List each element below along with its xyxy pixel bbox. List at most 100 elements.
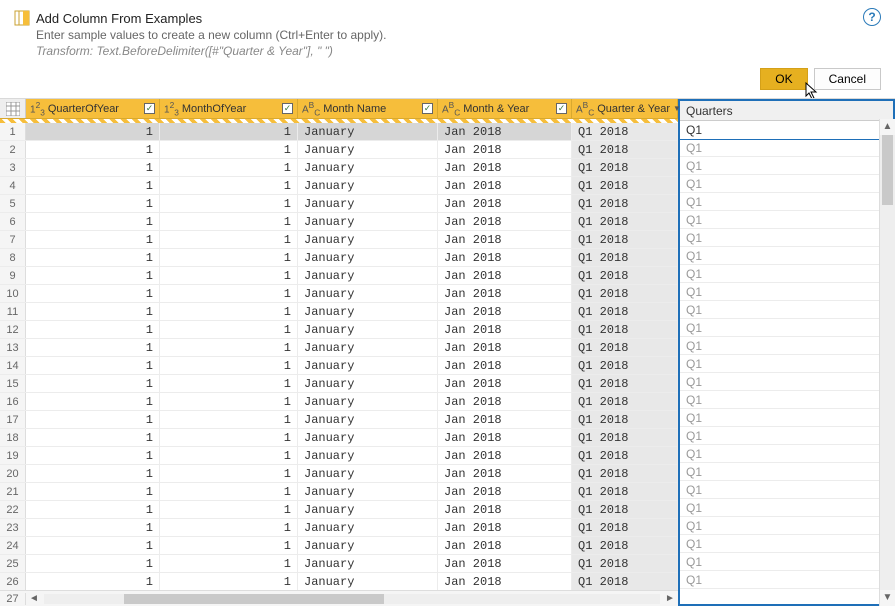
cell-monthofyear[interactable]: 1 [160, 375, 298, 392]
cell-monthyear[interactable]: Jan 2018 [438, 411, 572, 428]
cell-quarterofyear[interactable]: 1 [26, 267, 160, 284]
cell-monthname[interactable]: January [298, 321, 438, 338]
scroll-up-icon[interactable]: ▲ [880, 119, 895, 135]
new-column-suggestion[interactable]: Q1 [680, 409, 893, 427]
new-column-suggestion[interactable]: Q1 [680, 391, 893, 409]
new-column-suggestion[interactable]: Q1 [680, 355, 893, 373]
cell-monthofyear[interactable]: 1 [160, 483, 298, 500]
column-checkbox[interactable]: ✓ [422, 103, 433, 114]
cell-monthyear[interactable]: Jan 2018 [438, 555, 572, 572]
cell-monthyear[interactable]: Jan 2018 [438, 339, 572, 356]
cell-monthyear[interactable]: Jan 2018 [438, 195, 572, 212]
cell-monthofyear[interactable]: 1 [160, 303, 298, 320]
new-column-header[interactable]: Quarters [680, 101, 893, 121]
cell-monthyear[interactable]: Jan 2018 [438, 249, 572, 266]
cell-monthofyear[interactable]: 1 [160, 231, 298, 248]
new-column-suggestion[interactable]: Q1 [680, 301, 893, 319]
cell-monthofyear[interactable]: 1 [160, 393, 298, 410]
cell-monthyear[interactable]: Jan 2018 [438, 285, 572, 302]
cell-quarteryear[interactable]: Q1 2018 [572, 339, 678, 356]
cell-monthyear[interactable]: Jan 2018 [438, 519, 572, 536]
new-column-suggestion[interactable]: Q1 [680, 247, 893, 265]
new-column-input[interactable]: Q1 [680, 121, 893, 140]
cell-monthname[interactable]: January [298, 573, 438, 590]
cell-quarteryear[interactable]: Q1 2018 [572, 555, 678, 572]
cell-quarteryear[interactable]: Q1 2018 [572, 375, 678, 392]
cell-monthname[interactable]: January [298, 429, 438, 446]
cell-quarteryear[interactable]: Q1 2018 [572, 249, 678, 266]
cell-quarterofyear[interactable]: 1 [26, 375, 160, 392]
new-column-suggestion[interactable]: Q1 [680, 481, 893, 499]
table-row[interactable]: 2611JanuaryJan 2018Q1 2018 [0, 573, 678, 590]
table-row[interactable]: 1611JanuaryJan 2018Q1 2018 [0, 393, 678, 411]
cell-monthname[interactable]: January [298, 231, 438, 248]
cell-quarterofyear[interactable]: 1 [26, 357, 160, 374]
cell-quarteryear[interactable]: Q1 2018 [572, 357, 678, 374]
ok-button[interactable]: OK [760, 68, 807, 90]
new-column-suggestion[interactable]: Q1 [680, 283, 893, 301]
cell-monthyear[interactable]: Jan 2018 [438, 393, 572, 410]
cell-monthyear[interactable]: Jan 2018 [438, 231, 572, 248]
cell-monthofyear[interactable]: 1 [160, 123, 298, 140]
cell-monthname[interactable]: January [298, 483, 438, 500]
new-column-suggestion[interactable]: Q1 [680, 175, 893, 193]
scroll-left-icon[interactable]: ◄ [26, 593, 42, 604]
cell-quarterofyear[interactable]: 1 [26, 555, 160, 572]
cell-quarteryear[interactable]: Q1 2018 [572, 303, 678, 320]
table-row[interactable]: 411JanuaryJan 2018Q1 2018 [0, 177, 678, 195]
cell-monthyear[interactable]: Jan 2018 [438, 483, 572, 500]
cell-quarterofyear[interactable]: 1 [26, 501, 160, 518]
help-icon[interactable]: ? [863, 8, 881, 26]
cell-quarteryear[interactable]: Q1 2018 [572, 177, 678, 194]
cell-monthofyear[interactable]: 1 [160, 177, 298, 194]
cell-quarteryear[interactable]: Q1 2018 [572, 267, 678, 284]
cell-monthofyear[interactable]: 1 [160, 357, 298, 374]
new-column-suggestion[interactable]: Q1 [680, 265, 893, 283]
cell-monthyear[interactable]: Jan 2018 [438, 177, 572, 194]
column-checkbox[interactable]: ✓ [556, 103, 567, 114]
cell-monthyear[interactable]: Jan 2018 [438, 465, 572, 482]
table-row[interactable]: 811JanuaryJan 2018Q1 2018 [0, 249, 678, 267]
table-row[interactable]: 2111JanuaryJan 2018Q1 2018 [0, 483, 678, 501]
cell-quarterofyear[interactable]: 1 [26, 483, 160, 500]
cell-quarterofyear[interactable]: 1 [26, 537, 160, 554]
cell-monthofyear[interactable]: 1 [160, 537, 298, 554]
column-header-monthyear[interactable]: ABC Month & Year ✓ [438, 99, 572, 118]
new-column-suggestion[interactable]: Q1 [680, 553, 893, 571]
scroll-down-icon[interactable]: ▼ [880, 590, 895, 606]
new-column-suggestion[interactable]: Q1 [680, 499, 893, 517]
cell-quarteryear[interactable]: Q1 2018 [572, 429, 678, 446]
cell-monthofyear[interactable]: 1 [160, 447, 298, 464]
table-row[interactable]: 1811JanuaryJan 2018Q1 2018 [0, 429, 678, 447]
cell-monthofyear[interactable]: 1 [160, 411, 298, 428]
cell-monthyear[interactable]: Jan 2018 [438, 573, 572, 590]
table-row[interactable]: 1511JanuaryJan 2018Q1 2018 [0, 375, 678, 393]
new-column-suggestion[interactable]: Q1 [680, 211, 893, 229]
cell-monthname[interactable]: January [298, 393, 438, 410]
cell-quarteryear[interactable]: Q1 2018 [572, 159, 678, 176]
cell-monthofyear[interactable]: 1 [160, 213, 298, 230]
new-column-suggestion[interactable]: Q1 [680, 373, 893, 391]
new-column-suggestion[interactable]: Q1 [680, 229, 893, 247]
cell-monthname[interactable]: January [298, 375, 438, 392]
new-column-suggestion[interactable]: Q1 [680, 571, 893, 589]
cell-monthofyear[interactable]: 1 [160, 573, 298, 590]
cell-monthofyear[interactable]: 1 [160, 519, 298, 536]
cell-quarteryear[interactable]: Q1 2018 [572, 573, 678, 590]
cell-monthname[interactable]: January [298, 267, 438, 284]
scrollbar-thumb[interactable] [124, 594, 384, 604]
table-row[interactable]: 1311JanuaryJan 2018Q1 2018 [0, 339, 678, 357]
column-header-monthname[interactable]: ABC Month Name ✓ [298, 99, 438, 118]
cell-monthname[interactable]: January [298, 195, 438, 212]
cell-monthofyear[interactable]: 1 [160, 321, 298, 338]
cell-monthofyear[interactable]: 1 [160, 159, 298, 176]
cell-monthyear[interactable]: Jan 2018 [438, 141, 572, 158]
cell-monthofyear[interactable]: 1 [160, 249, 298, 266]
table-row[interactable]: 1411JanuaryJan 2018Q1 2018 [0, 357, 678, 375]
vertical-scrollbar[interactable]: ▲ ▼ [879, 119, 895, 606]
cell-monthname[interactable]: January [298, 555, 438, 572]
cell-quarterofyear[interactable]: 1 [26, 213, 160, 230]
cancel-button[interactable]: Cancel [814, 68, 881, 90]
cell-quarterofyear[interactable]: 1 [26, 141, 160, 158]
cell-monthname[interactable]: January [298, 123, 438, 140]
